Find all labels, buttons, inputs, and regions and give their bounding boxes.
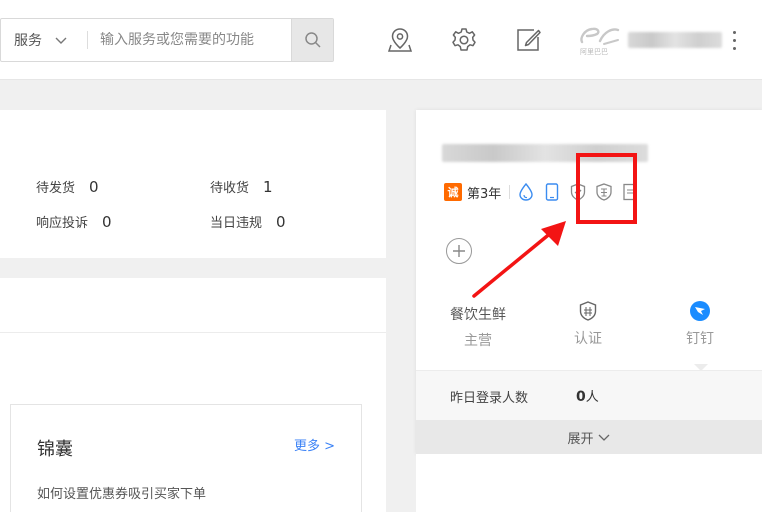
- expand-button[interactable]: 展开: [416, 420, 762, 454]
- login-count-value: 0人: [576, 389, 599, 405]
- more-menu-button[interactable]: [730, 28, 738, 52]
- alibaba-logo: 阿里巴巴: [578, 24, 622, 58]
- stat-label: 待发货: [36, 181, 76, 196]
- logo-mark-icon: [580, 27, 620, 45]
- mobile-badge-icon[interactable]: [542, 182, 562, 202]
- tips-title: 锦囊: [37, 439, 73, 460]
- search-box: 服务: [0, 18, 334, 62]
- tips-item-link[interactable]: 如何设置优惠券吸引买家下单: [37, 483, 206, 502]
- stat-value: 0: [89, 178, 99, 196]
- document-badge-icon[interactable]: [620, 182, 640, 202]
- search-scope-select[interactable]: 服务: [1, 30, 87, 50]
- certification-column[interactable]: 认证: [548, 300, 628, 348]
- dingtalk-icon: [690, 301, 710, 321]
- chevron-down-icon: [598, 434, 609, 441]
- certification-label: 认证: [574, 331, 602, 347]
- dingtalk-column[interactable]: 钉钉: [660, 300, 740, 348]
- shop-badges: 诚 第3年: [444, 182, 646, 202]
- membership-years: 第3年: [467, 186, 502, 202]
- certification-icon: [579, 301, 597, 321]
- add-button[interactable]: [446, 238, 472, 264]
- badge-divider: [509, 185, 511, 199]
- search-divider: [87, 31, 88, 49]
- login-count-label: 昨日登录人数: [450, 391, 529, 406]
- logo-subtext: 阿里巴巴: [580, 48, 608, 56]
- shop-name-redacted[interactable]: [442, 144, 648, 162]
- top-bar: 服务 阿里巴巴: [0, 0, 762, 80]
- tips-more-link[interactable]: 更多 >: [294, 435, 335, 454]
- chevron-down-icon: [55, 37, 67, 44]
- main-category-column[interactable]: 餐饮生鲜 主营: [438, 304, 518, 350]
- stat-value: 1: [263, 178, 273, 196]
- stat-violations[interactable]: 当日违规 0: [210, 212, 286, 231]
- search-input[interactable]: [100, 32, 291, 48]
- username-redacted[interactable]: [628, 32, 722, 48]
- stat-value: 0: [102, 213, 112, 231]
- drop-badge-icon[interactable]: [516, 182, 536, 202]
- stat-label: 响应投诉: [36, 216, 89, 231]
- login-stats-row: 昨日登录人数 0人: [416, 370, 762, 420]
- expand-label: 展开: [567, 431, 594, 447]
- tips-panel: 锦囊 更多 > 如何设置优惠券吸引买家下单: [10, 404, 362, 512]
- main-category-label: 主营: [464, 333, 492, 349]
- stat-value: 0: [276, 213, 286, 231]
- edit-icon[interactable]: [514, 26, 542, 54]
- search-button[interactable]: [291, 19, 333, 61]
- main-category-value: 餐饮生鲜: [450, 307, 506, 323]
- plus-icon: [453, 245, 465, 257]
- search-icon: [304, 32, 321, 48]
- guarantee-badge-icon[interactable]: [594, 182, 614, 202]
- stat-pending-ship[interactable]: 待发货 0: [36, 177, 99, 196]
- shop-info-card: 诚 第3年 餐饮生鲜 主营 认证 钉钉 昨日登录人数 0人 展开: [416, 110, 762, 480]
- stat-pending-receive[interactable]: 待收货 1: [210, 177, 273, 196]
- stat-label: 当日违规: [210, 216, 263, 231]
- search-scope-label: 服务: [14, 33, 42, 49]
- divider: [0, 332, 386, 333]
- bottom-card: [416, 474, 762, 512]
- order-stats-card: 待发货 0 待收货 1 响应投诉 0 当日违规 0: [0, 110, 386, 258]
- stat-label: 待收货: [210, 181, 250, 196]
- location-icon[interactable]: [386, 26, 414, 54]
- stat-complaints[interactable]: 响应投诉 0: [36, 212, 112, 231]
- chengxintong-badge[interactable]: 诚: [444, 183, 462, 201]
- dingtalk-label: 钉钉: [686, 331, 714, 347]
- gear-icon[interactable]: [450, 26, 478, 54]
- shield-badge-icon[interactable]: [568, 182, 588, 202]
